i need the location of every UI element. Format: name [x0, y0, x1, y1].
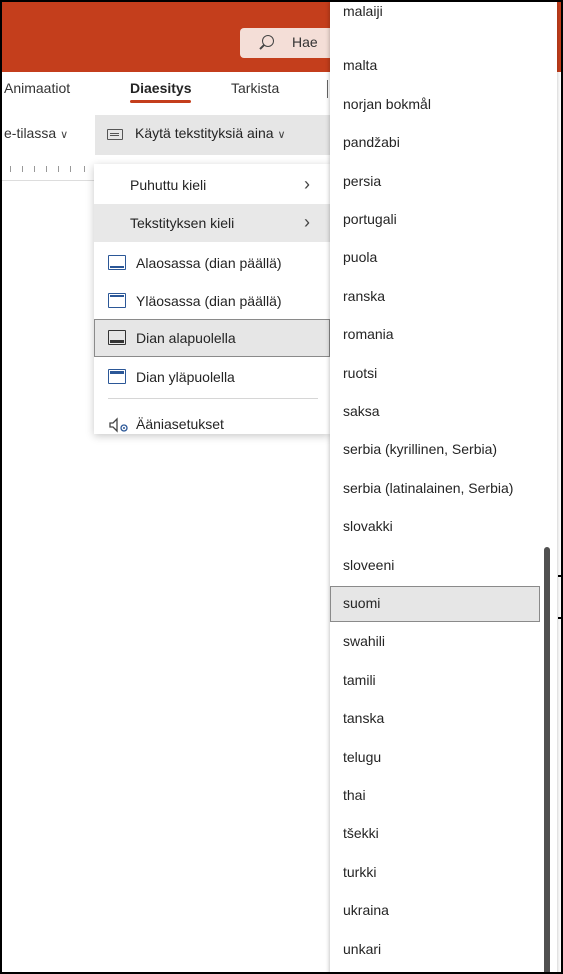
language-option-label: norjan bokmål	[343, 95, 431, 112]
subtitle-settings-menu: Puhuttu kieli › Tekstityksen kieli › Ala…	[94, 164, 330, 434]
language-option[interactable]: telugu	[330, 740, 557, 776]
subtitle-button[interactable]: Käytä tekstityksiä aina ∨	[95, 115, 331, 155]
language-option-label: serbia (kyrillinen, Serbia)	[343, 441, 498, 458]
menu-item-below-slide[interactable]: Dian alapuolella	[94, 319, 330, 357]
chevron-right-icon: ›	[304, 174, 310, 194]
slide-edge-mark	[558, 575, 561, 577]
language-option[interactable]: tanska	[330, 701, 557, 737]
language-option[interactable]: ranska	[330, 279, 557, 315]
language-option-label: romania	[343, 326, 394, 343]
search-label: Hae	[292, 34, 318, 50]
language-option[interactable]: unkari	[330, 932, 557, 968]
language-option[interactable]: norjan bokmål	[330, 87, 557, 123]
language-option-label: saksa	[343, 403, 380, 419]
language-option-label: ukraina	[343, 902, 389, 919]
language-option[interactable]: suomi	[330, 586, 540, 622]
menu-item-label: Puhuttu kieli	[130, 177, 207, 193]
ruler	[2, 160, 102, 181]
menu-item-label: Yläosassa (dian päällä)	[136, 293, 282, 309]
language-option[interactable]: slovakki	[330, 509, 557, 545]
language-option-label: persia	[343, 172, 382, 189]
subtitle-bottom-icon	[108, 255, 126, 270]
app-window: Hae Animaatiot Diaesitys Tarkista e-tila…	[0, 0, 563, 974]
language-option[interactable]: portugali	[330, 202, 557, 238]
language-option-label: suomi	[343, 595, 381, 611]
menu-item-label: Tekstityksen kieli	[130, 215, 235, 231]
menu-item-spoken-language[interactable]: Puhuttu kieli ›	[94, 166, 330, 204]
language-option[interactable]: thai	[330, 778, 557, 814]
language-option[interactable]: sloveeni	[330, 548, 557, 584]
tab-separator	[327, 80, 328, 98]
language-option[interactable]: turkki	[330, 855, 557, 891]
tab-slideshow[interactable]: Diaesitys	[130, 80, 192, 103]
audio-settings-icon	[109, 417, 128, 433]
language-option[interactable]: serbia (kyrillinen, Serbia)	[330, 432, 557, 468]
mode-dropdown-label: e-tilassa	[4, 125, 57, 141]
chevron-right-icon: ›	[304, 212, 310, 232]
language-option-label: serbia (latinalainen, Serbia)	[343, 479, 514, 496]
language-option-label: slovakki	[343, 518, 393, 535]
menu-item-label: Alaosassa (dian päällä)	[136, 255, 282, 271]
language-option-label: ranska	[343, 287, 386, 304]
language-option-label: turkki	[343, 863, 377, 880]
language-option-label: telugu	[343, 748, 382, 765]
language-option-label: unkari	[343, 940, 382, 957]
tab-animations[interactable]: Animaatiot	[4, 80, 70, 96]
menu-item-label: Dian alapuolella	[136, 330, 236, 346]
search-icon	[262, 35, 274, 47]
menu-item-label: Dian yläpuolella	[136, 369, 235, 385]
menu-item-above-slide[interactable]: Dian yläpuolella	[94, 358, 330, 396]
menu-divider	[108, 398, 318, 399]
language-option-label: malaiji	[343, 3, 383, 19]
language-option[interactable]: tamili	[330, 663, 557, 699]
language-option-label: swahili	[343, 633, 386, 650]
menu-item-label: Ääniasetukset	[136, 416, 224, 432]
subtitle-button-label: Käytä tekstityksiä aina ∨	[135, 125, 286, 141]
language-option[interactable]: serbia (latinalainen, Serbia)	[330, 471, 557, 507]
language-list-scrollbar[interactable]	[544, 547, 550, 972]
language-option-label: portugali	[343, 211, 397, 227]
menu-item-subtitle-language[interactable]: Tekstityksen kieli ›	[94, 204, 330, 242]
slide-edge-mark	[558, 617, 561, 619]
subtitle-below-slide-icon	[108, 330, 126, 345]
mode-dropdown[interactable]: e-tilassa ∨	[4, 125, 68, 141]
language-option[interactable]: malta	[330, 48, 557, 84]
language-option[interactable]: tšekki	[330, 816, 557, 852]
chevron-down-icon: ∨	[60, 129, 69, 141]
subtitle-language-list: malaiji malta norjan bokmål pandžabi persia p…	[330, 2, 557, 972]
subtitle-top-icon	[108, 293, 126, 308]
language-option-label: tamili	[343, 671, 376, 688]
language-option-label: malta	[343, 57, 378, 74]
chevron-down-icon: ∨	[277, 129, 286, 141]
language-option-label: ruotsi	[343, 364, 378, 381]
language-option[interactable]: malaiji	[330, 2, 557, 30]
language-option[interactable]: romania	[330, 317, 557, 353]
tab-review[interactable]: Tarkista	[231, 80, 279, 96]
language-option-label: sloveeni	[343, 556, 395, 573]
language-option[interactable]: ruotsi	[330, 356, 557, 392]
language-option-label: tšekki	[343, 825, 379, 842]
subtitles-icon	[107, 129, 123, 140]
language-option[interactable]: pandžabi	[330, 125, 557, 161]
language-option[interactable]: ukraina	[330, 893, 557, 929]
language-option-label: thai	[343, 787, 366, 803]
language-option-label: pandžabi	[343, 134, 400, 151]
menu-item-bottom-overlay[interactable]: Alaosassa (dian päällä)	[94, 244, 330, 282]
language-option-label: tanska	[343, 710, 385, 727]
subtitle-above-slide-icon	[108, 369, 126, 384]
menu-item-top-overlay[interactable]: Yläosassa (dian päällä)	[94, 282, 330, 320]
language-option[interactable]: persia	[330, 164, 557, 200]
language-option[interactable]: saksa	[330, 394, 557, 430]
menu-item-audio-settings[interactable]: Ääniasetukset	[94, 405, 330, 443]
language-option[interactable]: swahili	[330, 624, 557, 660]
language-option[interactable]: puola	[330, 240, 557, 276]
language-option-label: puola	[343, 249, 378, 266]
